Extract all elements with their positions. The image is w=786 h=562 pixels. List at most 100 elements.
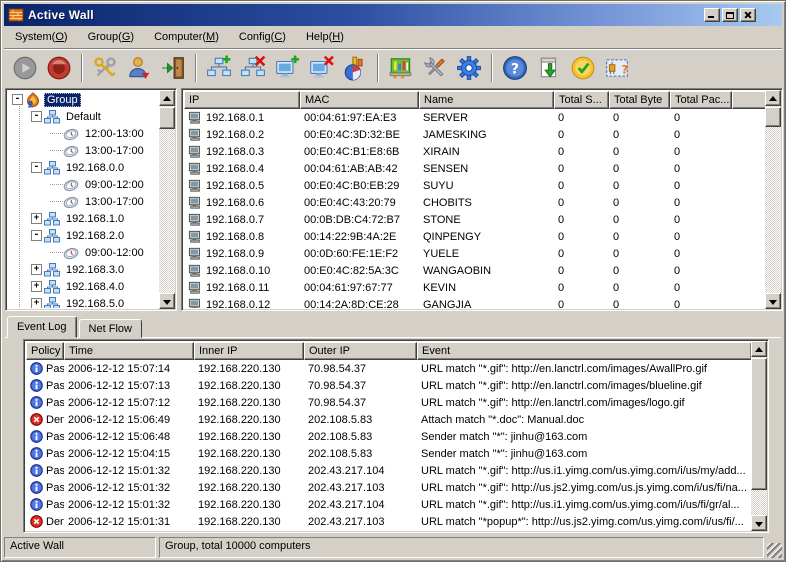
tree-label[interactable]: 192.168.5.0	[63, 297, 127, 309]
event-row[interactable]: Pass2006-12-12 15:07:12192.168.220.13070…	[26, 394, 766, 411]
computer-row[interactable]: 192.168.0.1200:14:2A:8D:CE:28GANGJIA000	[184, 296, 780, 308]
column-header-outer-ip[interactable]: Outer IP	[304, 342, 417, 360]
menu-config[interactable]: Config(C)	[229, 28, 296, 46]
exit-button[interactable]	[156, 52, 190, 84]
scroll-down-button[interactable]	[765, 293, 781, 309]
event-row[interactable]: Pass2006-12-12 15:01:32192.168.220.13020…	[26, 462, 766, 479]
minimize-button[interactable]	[704, 8, 720, 22]
help-button[interactable]: ?	[498, 52, 532, 84]
expand-icon[interactable]: +	[31, 213, 42, 224]
menu-group[interactable]: Group(G)	[78, 28, 144, 46]
update-button[interactable]	[532, 52, 566, 84]
stop-button[interactable]	[42, 52, 76, 84]
computer-row[interactable]: 192.168.0.700:0B:DB:C4:72:B7STONE000	[184, 211, 780, 228]
menu-system[interactable]: System(O)	[5, 28, 78, 46]
event-row[interactable]: Pass2006-12-12 15:04:15192.168.220.13020…	[26, 445, 766, 462]
expand-icon[interactable]: +	[31, 298, 42, 308]
event-row[interactable]: Pass2006-12-12 15:07:14192.168.220.13070…	[26, 360, 766, 377]
add-group-button[interactable]	[202, 52, 236, 84]
tree-item-09-00-12-00[interactable]: 09:00-12:00	[8, 244, 158, 261]
scrollbar-thumb[interactable]	[751, 358, 767, 490]
tree-label[interactable]: 192.168.3.0	[63, 263, 127, 277]
tree-item-group[interactable]: - Group	[8, 91, 158, 108]
adapter-button[interactable]	[384, 52, 418, 84]
column-header-name[interactable]: Name	[419, 91, 554, 109]
computer-row[interactable]: 192.168.0.300:E0:4C:B1:E8:6BXIRAIN000	[184, 143, 780, 160]
scroll-up-button[interactable]	[751, 341, 767, 357]
tree-label[interactable]: 192.168.2.0	[63, 229, 127, 243]
tree-label[interactable]: 09:00-12:00	[82, 246, 147, 260]
delete-group-button[interactable]	[236, 52, 270, 84]
tree-label[interactable]: 09:00-12:00	[82, 178, 147, 192]
collapse-icon[interactable]: -	[31, 230, 42, 241]
tree-label[interactable]: 192.168.0.0	[63, 161, 127, 175]
tree-item-192-168-3-0[interactable]: +192.168.3.0	[8, 261, 158, 278]
computer-row[interactable]: 192.168.0.400:04:61:AB:AB:42SENSEN000	[184, 160, 780, 177]
computer-row[interactable]: 192.168.0.200:E0:4C:3D:32:BEJAMESKING000	[184, 126, 780, 143]
event-row[interactable]: Pass2006-12-12 15:07:13192.168.220.13070…	[26, 377, 766, 394]
tab-net-flow[interactable]: Net Flow	[79, 319, 142, 338]
maximize-button[interactable]	[722, 8, 738, 22]
computer-row[interactable]: 192.168.0.100:04:61:97:EA:E3SERVER000	[184, 109, 780, 126]
computer-row[interactable]: 192.168.0.1100:04:61:97:67:77KEVIN000	[184, 279, 780, 296]
tree-item-13-00-17-00[interactable]: 13:00-17:00	[8, 193, 158, 210]
tree-item-192-168-0-0[interactable]: -192.168.0.0	[8, 159, 158, 176]
tree-label[interactable]: 12:00-13:00	[82, 127, 147, 141]
login-button[interactable]	[122, 52, 156, 84]
about-button[interactable]: ?	[600, 52, 634, 84]
scroll-down-button[interactable]	[159, 293, 175, 309]
tree-scrollbar[interactable]	[159, 90, 175, 309]
scroll-up-button[interactable]	[765, 90, 781, 106]
tree-label[interactable]: 13:00-17:00	[82, 195, 147, 209]
collapse-icon[interactable]: -	[12, 94, 23, 105]
tree-label[interactable]: 13:00-17:00	[82, 144, 147, 158]
scroll-up-button[interactable]	[159, 90, 175, 106]
event-row[interactable]: Pass2006-12-12 15:01:32192.168.220.13020…	[26, 479, 766, 496]
tree-label[interactable]: Group	[44, 93, 81, 107]
tree-item-192-168-2-0[interactable]: - 192.168.2.0	[8, 227, 158, 244]
menu-computer[interactable]: Computer(M)	[144, 28, 229, 46]
settings-button[interactable]	[452, 52, 486, 84]
event-row[interactable]: Pass2006-12-12 15:06:48192.168.220.13020…	[26, 428, 766, 445]
column-header-total-byte[interactable]: Total Byte	[609, 91, 670, 109]
start-button[interactable]	[8, 52, 42, 84]
scrollbar-thumb[interactable]	[159, 107, 175, 129]
event-row[interactable]: Deny2006-12-12 15:01:31192.168.220.13020…	[26, 513, 766, 530]
scrollbar-thumb[interactable]	[765, 107, 781, 127]
menu-help[interactable]: Help(H)	[296, 28, 354, 46]
tree-label[interactable]: Default	[63, 110, 104, 124]
column-header-inner-ip[interactable]: Inner IP	[194, 342, 304, 360]
tree-item-13-00-17-00[interactable]: 13:00-17:00	[8, 142, 158, 159]
computer-row[interactable]: 192.168.0.1000:E0:4C:82:5A:3CWANGAOBIN00…	[184, 262, 780, 279]
close-button[interactable]	[740, 8, 756, 22]
expand-icon[interactable]: +	[31, 281, 42, 292]
scroll-down-button[interactable]	[751, 515, 767, 531]
column-header-mac[interactable]: MAC	[300, 91, 419, 109]
expand-icon[interactable]: +	[31, 264, 42, 275]
resize-gripper[interactable]	[767, 543, 782, 558]
computer-row[interactable]: 192.168.0.500:E0:4C:B0:EB:29SUYU000	[184, 177, 780, 194]
column-header-time[interactable]: Time	[64, 342, 194, 360]
event-row[interactable]: Pass2006-12-12 15:01:32192.168.220.13020…	[26, 496, 766, 513]
tree-item-default[interactable]: - Default	[8, 108, 158, 125]
tree-item-09-00-12-00[interactable]: 09:00-12:00	[8, 176, 158, 193]
column-header-event[interactable]: Event	[417, 342, 752, 360]
computer-row[interactable]: 192.168.0.900:0D:60:FE:1E:F2YUELE000	[184, 245, 780, 262]
column-header-total-pac-[interactable]: Total Pac...	[670, 91, 732, 109]
tree-item-192-168-1-0[interactable]: +192.168.1.0	[8, 210, 158, 227]
add-computer-button[interactable]	[270, 52, 304, 84]
tab-event-log[interactable]: Event Log	[7, 316, 77, 338]
tree-item-12-00-13-00[interactable]: 12:00-13:00	[8, 125, 158, 142]
tree-label[interactable]: 192.168.1.0	[63, 212, 127, 226]
event-row[interactable]: Deny2006-12-12 15:06:49192.168.220.13020…	[26, 411, 766, 428]
computer-row[interactable]: 192.168.0.600:E0:4C:43:20:79CHOBITS000	[184, 194, 780, 211]
title-bar[interactable]: Active Wall	[4, 4, 782, 26]
collapse-icon[interactable]: -	[31, 111, 42, 122]
events-scrollbar[interactable]	[751, 341, 767, 531]
tree-item-192-168-4-0[interactable]: +192.168.4.0	[8, 278, 158, 295]
tools-button[interactable]	[418, 52, 452, 84]
column-header-policy[interactable]: Policy	[26, 342, 64, 360]
statistics-button[interactable]	[338, 52, 372, 84]
computers-scrollbar[interactable]	[765, 90, 781, 309]
delete-computer-button[interactable]	[304, 52, 338, 84]
